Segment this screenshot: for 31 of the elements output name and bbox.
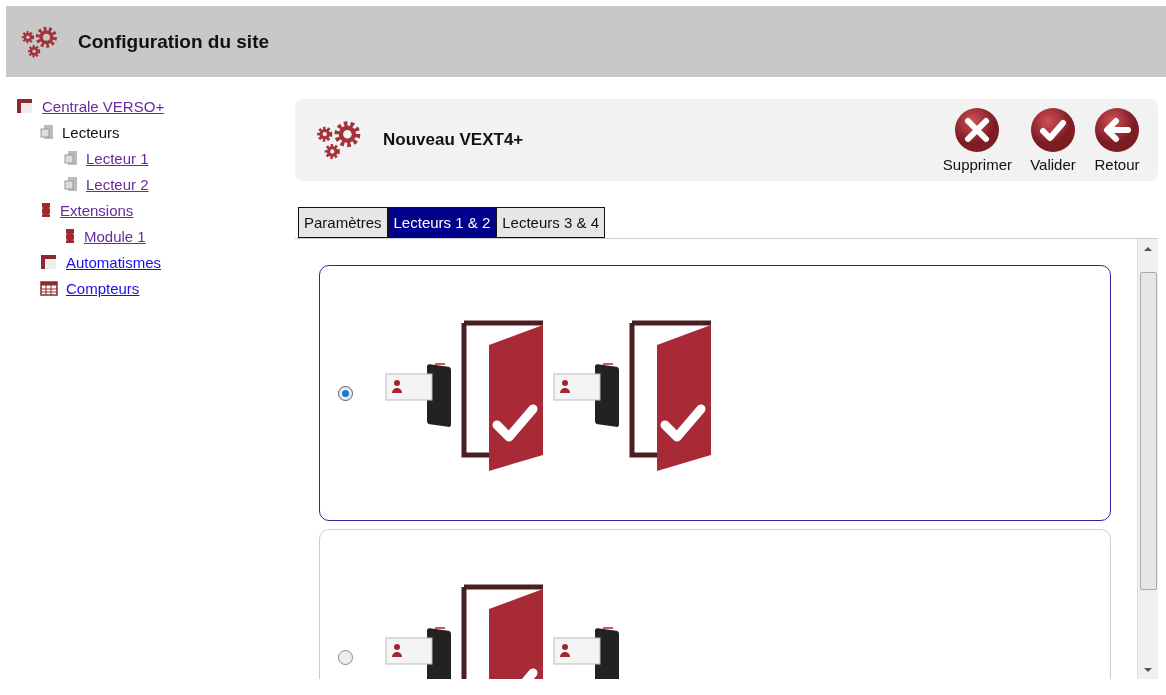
radio-button[interactable] <box>338 385 353 401</box>
tree-link[interactable]: Lecteur 1 <box>86 149 149 167</box>
table-icon <box>40 280 58 296</box>
confirm-button[interactable]: Valider <box>1030 107 1076 173</box>
device-icon <box>40 124 54 140</box>
module-icon <box>64 228 76 244</box>
down-arrow-icon[interactable] <box>1144 667 1152 673</box>
device-icon <box>64 176 78 192</box>
tree-label: Lecteurs <box>62 123 120 141</box>
delete-button[interactable]: Supprimer <box>942 107 1012 173</box>
checkmark-icon <box>1030 107 1076 153</box>
device-icon <box>64 150 78 166</box>
tree-link[interactable]: Lecteur 2 <box>86 175 149 193</box>
tree-link[interactable]: Automatismes <box>66 253 162 271</box>
tab[interactable]: Lecteurs 3 & 4 <box>496 207 605 238</box>
tree-link[interactable]: Module 1 <box>84 227 146 245</box>
page-title: Configuration du site <box>78 30 270 53</box>
tree-link[interactable]: Compteurs <box>66 279 140 297</box>
tree-link[interactable]: Centrale VERSO+ <box>42 97 165 115</box>
tab[interactable]: Paramètres <box>298 207 388 238</box>
panel-title: Nouveau VEXT4+ <box>383 130 525 150</box>
scroll-thumb[interactable] <box>1139 272 1157 590</box>
tree-link[interactable]: Extensions <box>60 201 134 219</box>
back-button[interactable]: Retour <box>1094 107 1140 173</box>
scrollbar[interactable] <box>1137 239 1158 679</box>
close-icon <box>954 107 1001 153</box>
tab[interactable]: Lecteurs 1 & 2 <box>387 207 497 238</box>
up-arrow-icon[interactable] <box>1144 246 1152 252</box>
radio-button[interactable] <box>338 649 353 665</box>
module-icon <box>40 202 52 218</box>
option-card[interactable] <box>319 265 1111 521</box>
